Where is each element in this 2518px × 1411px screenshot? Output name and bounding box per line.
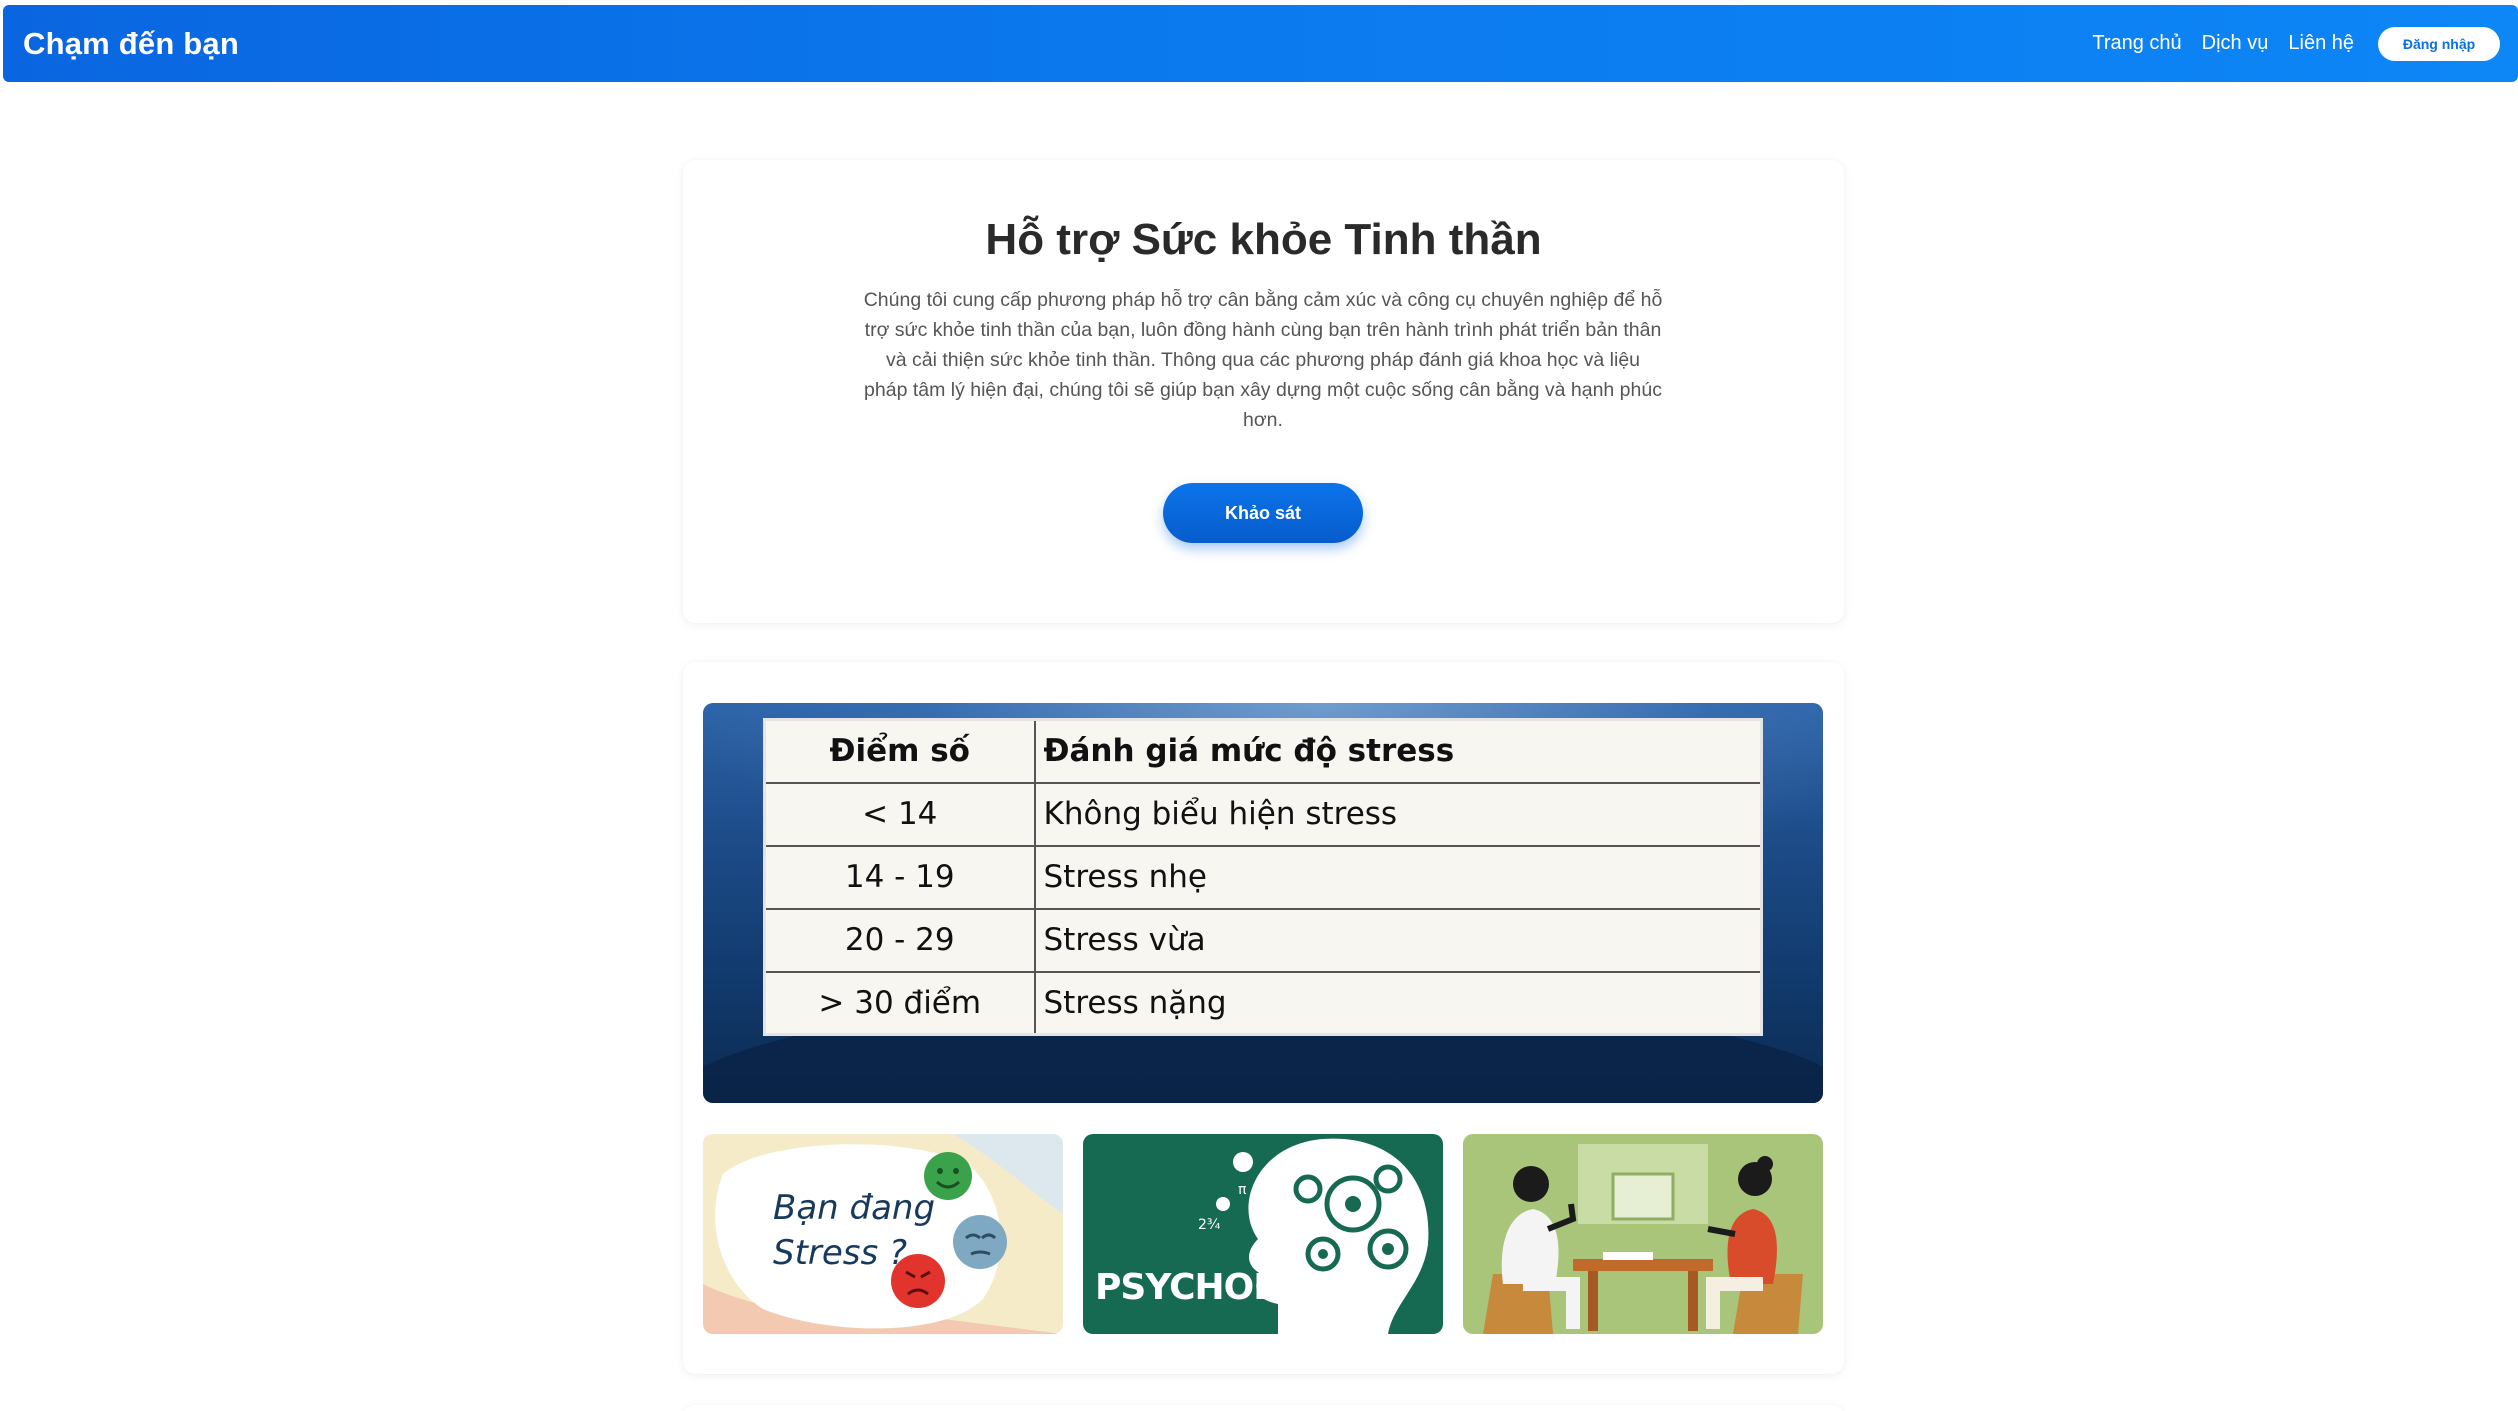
therapy-session-icon xyxy=(1463,1134,1823,1334)
table-row: 14 - 19 Stress nhẹ xyxy=(763,844,1763,910)
table-row: < 14 Không biểu hiện stress xyxy=(763,781,1763,847)
nav-link-contact[interactable]: Liên hệ xyxy=(2288,32,2354,55)
survey-button[interactable]: Khảo sát xyxy=(1163,483,1363,543)
top-navbar: Chạm đến bạn Trang chủ Dịch vụ Liên hệ Đ… xyxy=(3,5,2518,82)
next-card-edge xyxy=(683,1405,1844,1411)
nav-link-home[interactable]: Trang chủ xyxy=(2092,32,2181,55)
table-cell-evaluation: Stress nặng xyxy=(1033,970,1763,1036)
stress-emoji-illustration-icon: Bạn đang Stress ? xyxy=(703,1134,1063,1334)
psychology-thumbnail[interactable]: 2¾ π PSYCHOLOGY xyxy=(1083,1134,1443,1334)
thumb-text-line1: Bạn đang xyxy=(773,1188,935,1228)
table-cell-evaluation: Stress vừa xyxy=(1033,907,1763,973)
table-cell-score: 20 - 29 xyxy=(763,907,1036,973)
nav-link-services[interactable]: Dịch vụ xyxy=(2202,32,2269,55)
nav-links: Trang chủ Dịch vụ Liên hệ Đăng nhập xyxy=(2072,26,2500,61)
stress-scale-banner: Điểm số Đánh giá mức độ stress < 14 Khôn… xyxy=(703,703,1823,1103)
table-cell-score: 14 - 19 xyxy=(763,844,1036,910)
stress-emoji-thumbnail[interactable]: Bạn đang Stress ? xyxy=(703,1134,1063,1334)
stress-scale-table: Điểm số Đánh giá mức độ stress < 14 Khôn… xyxy=(763,718,1763,1036)
svg-text:π: π xyxy=(1238,1182,1247,1198)
gallery-card: Điểm số Đánh giá mức độ stress < 14 Khôn… xyxy=(683,662,1844,1374)
table-header-row: Điểm số Đánh giá mức độ stress xyxy=(763,718,1763,784)
thumb-text-line2: Stress ? xyxy=(773,1233,907,1273)
hero-title: Hỗ trợ Sức khỏe Tinh thần xyxy=(985,215,1542,264)
therapy-thumbnail[interactable] xyxy=(1463,1134,1823,1334)
hero-description: Chúng tôi cung cấp phương pháp hỗ trợ câ… xyxy=(863,289,1663,431)
table-cell-evaluation: Stress nhẹ xyxy=(1033,844,1763,910)
table-cell-score: > 30 điểm xyxy=(763,970,1036,1036)
table-header-evaluation: Đánh giá mức độ stress xyxy=(1033,718,1763,784)
brand-logo-text[interactable]: Chạm đến bạn xyxy=(23,26,239,62)
psychology-head-gears-icon: 2¾ π PSYCHOLOGY xyxy=(1083,1134,1443,1334)
table-cell-score: < 14 xyxy=(763,781,1036,847)
svg-text:2¾: 2¾ xyxy=(1198,1217,1221,1233)
thumb-psychology-text: PSYCHOLOGY xyxy=(1095,1267,1358,1308)
table-row: 20 - 29 Stress vừa xyxy=(763,907,1763,973)
table-cell-evaluation: Không biểu hiện stress xyxy=(1033,781,1763,847)
table-row: > 30 điểm Stress nặng xyxy=(763,970,1763,1036)
login-button[interactable]: Đăng nhập xyxy=(2378,26,2500,61)
table-header-score: Điểm số xyxy=(763,718,1036,784)
hero-card: Hỗ trợ Sức khỏe Tinh thần Chúng tôi cung… xyxy=(683,160,1844,623)
